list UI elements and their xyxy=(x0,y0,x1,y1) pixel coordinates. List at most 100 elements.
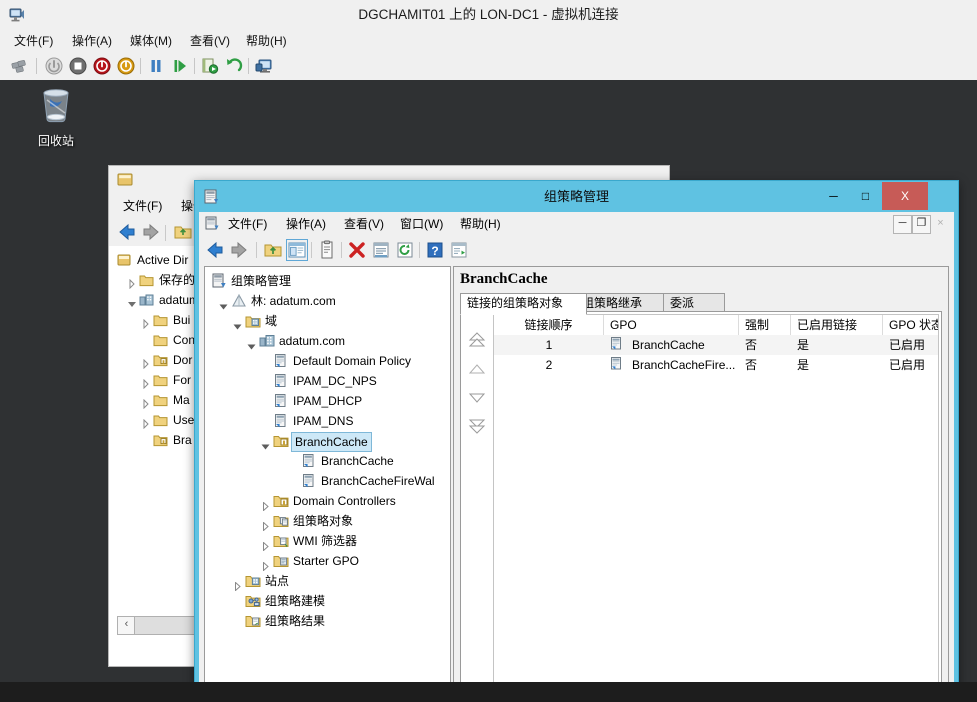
desktop-icon-recycle-bin[interactable]: 回收站 xyxy=(18,83,94,149)
column-header-link-enabled[interactable]: 已启用链接 xyxy=(791,315,883,335)
table-row[interactable]: 2 BranchCacheFire... 否 是 已启用 无 xyxy=(494,355,938,375)
chevron-right-icon[interactable] xyxy=(141,315,151,330)
vm-menu-media[interactable]: 媒体(M) xyxy=(124,30,178,52)
table-row[interactable]: 1 BranchCache 否 是 已启用 无 xyxy=(494,335,938,355)
tree-node-ou-domain-controllers[interactable]: Domain Controllers xyxy=(207,491,448,512)
tree-node-gpo-link[interactable]: BranchCacheFireWal xyxy=(207,471,448,491)
shut-down-icon[interactable] xyxy=(92,56,112,76)
details-pane-heading: BranchCache xyxy=(460,271,548,287)
tree-node-gpo-container[interactable]: 组策略对象 xyxy=(207,511,448,532)
link-order-buttons[interactable] xyxy=(465,328,491,440)
gpmc-minimize-button[interactable]: ─ xyxy=(818,182,849,210)
help-icon[interactable]: ? xyxy=(425,240,445,260)
chevron-right-icon[interactable] xyxy=(141,415,151,430)
gpmc-maximize-button[interactable]: □ xyxy=(850,182,881,210)
chevron-down-icon[interactable] xyxy=(233,317,242,330)
snapshot-icon[interactable] xyxy=(200,56,220,76)
chevron-down-icon[interactable] xyxy=(127,295,137,307)
ctrl-alt-del-icon[interactable] xyxy=(10,56,30,76)
tree-node-gpo-link[interactable]: IPAM_DHCP xyxy=(207,391,448,411)
chevron-down-icon[interactable] xyxy=(261,437,270,450)
vm-menu-file[interactable]: 文件(F) xyxy=(8,30,59,52)
aduc-forward-icon[interactable] xyxy=(141,222,161,245)
tree-node-domain-adatum[interactable]: adatum.com xyxy=(207,331,448,351)
forward-icon[interactable] xyxy=(229,240,249,260)
chevron-right-icon[interactable] xyxy=(141,375,151,390)
revert-icon[interactable] xyxy=(224,56,244,76)
chevron-right-icon[interactable] xyxy=(141,395,151,410)
vm-menu-view[interactable]: 查看(V) xyxy=(184,30,236,52)
aduc-back-icon[interactable] xyxy=(117,222,137,245)
refresh-icon[interactable] xyxy=(395,240,415,260)
chevron-right-icon[interactable] xyxy=(261,537,270,552)
tree-node-starter-gpo[interactable]: Starter GPO xyxy=(207,551,448,572)
chevron-right-icon[interactable] xyxy=(261,517,270,532)
gpmc-tree-pane[interactable]: 组策略管理 林: adatum.com 域 adatum.com Default… xyxy=(204,266,451,682)
tree-node-gpo-link[interactable]: IPAM_DC_NPS xyxy=(207,371,448,391)
tree-node-gpmc-root[interactable]: 组策略管理 xyxy=(207,271,448,291)
move-to-bottom-button[interactable] xyxy=(465,412,489,440)
tree-node-sites[interactable]: 站点 xyxy=(207,571,448,592)
tree-node-gpo-link[interactable]: BranchCache xyxy=(207,451,448,471)
chevron-down-icon[interactable] xyxy=(219,297,228,310)
chevron-down-icon[interactable] xyxy=(247,337,256,350)
vm-menubar: 文件(F) 操作(A) 媒体(M) 查看(V) 帮助(H) xyxy=(0,30,977,52)
gpmc-menu-file[interactable]: 文件(F) xyxy=(223,212,272,236)
gpmc-menu-view[interactable]: 查看(V) xyxy=(339,212,389,236)
chevron-right-icon[interactable] xyxy=(261,497,270,512)
enhanced-session-icon[interactable] xyxy=(254,56,274,76)
gpo-link-icon xyxy=(610,357,624,372)
move-down-button[interactable] xyxy=(465,384,489,412)
tab-linked-gpos[interactable]: 链接的组策略对象 xyxy=(460,293,587,315)
mdi-minimize-button[interactable]: ─ xyxy=(893,215,912,234)
gpmc-console-tree[interactable]: 组策略管理 林: adatum.com 域 adatum.com Default… xyxy=(207,271,448,631)
chevron-right-icon[interactable] xyxy=(233,577,242,592)
gpmc-system-menu-icon[interactable] xyxy=(205,216,220,234)
tree-node-label: BranchCache xyxy=(291,432,372,452)
gpmc-window[interactable]: 组策略管理 ─ □ X 文件(F) 操作(A) 查看(V) 窗口(W) 帮助(H… xyxy=(194,180,959,682)
tree-node-domains[interactable]: 域 xyxy=(207,311,448,331)
chevron-right-icon[interactable] xyxy=(141,355,151,370)
gpmc-menu-help[interactable]: 帮助(H) xyxy=(455,212,506,236)
details-icon[interactable] xyxy=(371,240,391,260)
column-header-gpo[interactable]: GPO xyxy=(604,315,739,335)
pause-icon[interactable] xyxy=(146,56,166,76)
aduc-up-folder-icon[interactable] xyxy=(173,222,193,245)
save-state-icon[interactable] xyxy=(116,56,136,76)
mdi-restore-button[interactable]: ❐ xyxy=(912,215,931,234)
gpmc-client-area: 文件(F) 操作(A) 查看(V) 窗口(W) 帮助(H) ─ ❐ × ? 组策… xyxy=(199,212,954,682)
column-header-gpo-status[interactable]: GPO 状态 xyxy=(883,315,938,335)
chevron-right-icon[interactable] xyxy=(261,557,270,572)
tree-node-gpo-link[interactable]: Default Domain Policy xyxy=(207,351,448,371)
properties-icon[interactable] xyxy=(317,240,337,260)
tree-node-ou-branchcache[interactable]: BranchCache xyxy=(207,431,448,452)
column-header-enforced[interactable]: 强制 xyxy=(739,315,791,335)
export-list-icon[interactable] xyxy=(449,240,469,260)
column-header-link-order[interactable]: 链接顺序 xyxy=(494,315,604,335)
tree-node-forest[interactable]: 林: adatum.com xyxy=(207,291,448,311)
chevron-right-icon[interactable] xyxy=(127,275,137,290)
gpmc-close-button[interactable]: X xyxy=(882,182,928,210)
up-folder-icon[interactable] xyxy=(263,240,283,260)
gpmc-menu-window[interactable]: 窗口(W) xyxy=(395,212,448,236)
show-hide-tree-icon[interactable] xyxy=(286,239,308,261)
turn-off-icon[interactable] xyxy=(68,56,88,76)
mdi-close-button[interactable]: × xyxy=(931,215,950,234)
aduc-menu-file[interactable]: 文件(F) xyxy=(117,194,168,218)
linked-gpos-table[interactable]: 链接顺序 GPO 强制 已启用链接 GPO 状态 W xyxy=(493,314,939,682)
vm-menu-action[interactable]: 操作(A) xyxy=(66,30,118,52)
gpmc-titlebar[interactable]: 组策略管理 ─ □ X xyxy=(195,181,958,212)
aduc-node-label: Con xyxy=(173,333,196,347)
resume-icon[interactable] xyxy=(170,56,190,76)
start-icon[interactable] xyxy=(44,56,64,76)
move-up-button[interactable] xyxy=(465,356,489,384)
tree-node-gp-results[interactable]: 组策略结果 xyxy=(207,611,448,631)
tree-node-gpo-link[interactable]: IPAM_DNS xyxy=(207,411,448,431)
vm-menu-help[interactable]: 帮助(H) xyxy=(240,30,293,52)
gpmc-menu-action[interactable]: 操作(A) xyxy=(281,212,331,236)
move-to-top-button[interactable] xyxy=(465,328,489,356)
tree-node-gp-modeling[interactable]: 组策略建模 xyxy=(207,591,448,611)
back-icon[interactable] xyxy=(205,240,225,260)
tree-node-wmi-filters[interactable]: WMI 筛选器 xyxy=(207,531,448,552)
delete-icon[interactable] xyxy=(347,240,367,260)
